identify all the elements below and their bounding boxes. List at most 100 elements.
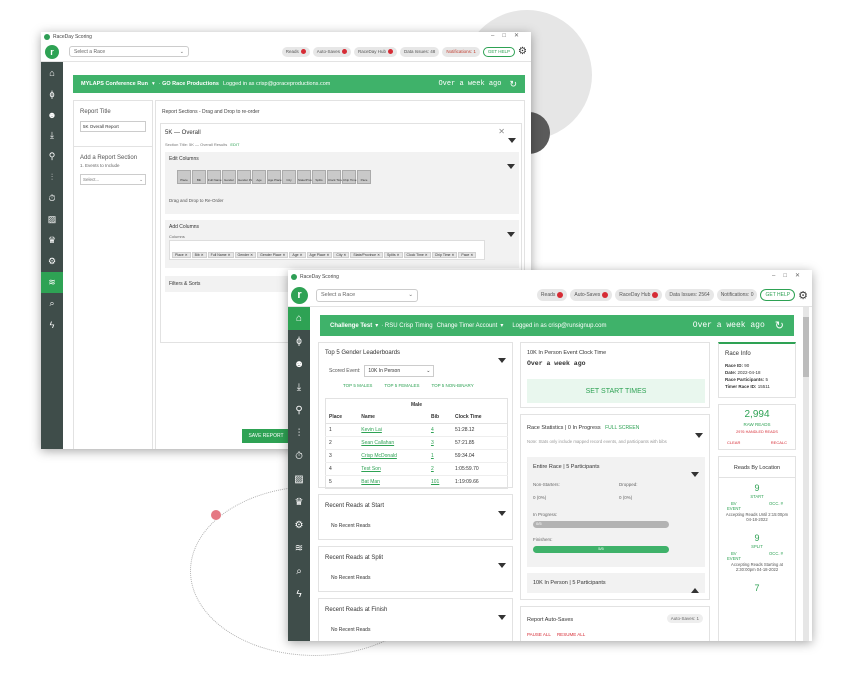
caret-down-icon[interactable] [498, 503, 506, 521]
chart-icon[interactable]: ▨ [288, 468, 310, 491]
home-icon[interactable]: ⌂ [288, 307, 310, 330]
help-button[interactable]: GET HELP [760, 289, 796, 301]
scrollbar[interactable] [803, 307, 809, 641]
column-tile[interactable]: State/Province [297, 170, 318, 184]
autosaves-pill[interactable]: Auto-Saves [312, 46, 352, 57]
search-icon[interactable]: ⌕ [41, 293, 63, 314]
lightning-icon[interactable]: ϟ [41, 314, 63, 335]
column-chip[interactable]: Place ✕ [172, 252, 191, 258]
window-controls[interactable]: –□✕ [491, 32, 527, 39]
scored-event-select[interactable]: 10K In Person ⌄ [364, 365, 435, 377]
remove-icon[interactable]: ✕ [200, 253, 204, 257]
runner-name-link[interactable]: Sean Callahan [358, 437, 428, 450]
chart-icon[interactable]: ▨ [41, 209, 63, 230]
event-name[interactable]: MYLAPS Conference Run [81, 81, 148, 87]
gear-icon[interactable]: ⚙ [518, 46, 527, 57]
participants-icon[interactable]: ☻ [41, 104, 63, 125]
hub-pill[interactable]: RaceDay Hub [354, 46, 398, 57]
bib-link[interactable]: 4 [428, 424, 452, 437]
column-chip[interactable]: Gender ✕ [234, 252, 257, 258]
save-report-button[interactable]: SAVE REPORT [242, 429, 290, 443]
column-tile[interactable]: Gender [222, 170, 236, 184]
help-button[interactable]: GET HELP [482, 46, 516, 57]
caret-down-icon[interactable] [508, 130, 516, 148]
lightning-icon[interactable]: ϟ [288, 583, 310, 606]
column-tile[interactable]: Place [177, 170, 191, 184]
settings-icon[interactable]: ⚙ [288, 514, 310, 537]
data-issues-pill[interactable]: Data Issues: 2564 [665, 289, 714, 301]
column-chip[interactable]: Age Place ✕ [306, 252, 333, 258]
caret-down-icon[interactable] [691, 464, 699, 482]
column-chip[interactable]: Full Name ✕ [207, 252, 234, 258]
reads-pill[interactable]: Reads [281, 46, 310, 57]
remove-icon[interactable]: ✕ [342, 253, 346, 257]
event-label[interactable]: EVENT [719, 556, 795, 561]
chip-icon[interactable]: ϕ [41, 83, 63, 104]
remove-icon[interactable]: ✕ [249, 253, 253, 257]
remove-icon[interactable]: ✕ [326, 253, 329, 257]
column-tile[interactable]: Full Name [207, 170, 222, 184]
column-tile[interactable]: Pace [357, 170, 371, 184]
remove-icon[interactable]: ✕ [227, 253, 231, 257]
column-chip[interactable]: Gender Place ✕ [257, 252, 289, 258]
pause-all-link[interactable]: PAUSE ALL [527, 632, 551, 637]
bib-link[interactable]: 1 [428, 450, 452, 463]
stopwatch-icon[interactable]: ⏱ [288, 445, 310, 468]
top5-females-link[interactable]: TOP 5 FEMALES [384, 383, 419, 388]
occ-label[interactable]: OCC. # [769, 551, 783, 556]
layers-icon[interactable]: ≋ [288, 537, 310, 560]
remove-icon[interactable]: ✕ [469, 253, 473, 257]
event-row[interactable]: 10K In Person | 5 Participants [527, 573, 705, 593]
column-chip[interactable]: Clock Time ✕ [403, 252, 431, 258]
runner-name-link[interactable]: Test Son [358, 463, 428, 476]
download-icon[interactable]: ⤓ [288, 376, 310, 399]
top5-males-link[interactable]: TOP 5 MALES [343, 383, 372, 388]
refresh-icon[interactable]: ↻ [775, 319, 784, 332]
resume-all-link[interactable]: RESUME ALL [557, 632, 585, 637]
reads-pill[interactable]: Reads [536, 289, 568, 301]
bib-link[interactable]: 2 [428, 463, 452, 476]
column-chip[interactable]: Splits ✕ [384, 252, 403, 258]
column-tile[interactable]: Chip Time [342, 170, 357, 184]
notifications-pill[interactable]: Notifications: 0 [716, 289, 758, 301]
column-chip[interactable]: Pace ✕ [458, 252, 477, 258]
columns-multiselect[interactable]: Place ✕ Bib ✕ Full Name ✕ Gender ✕ Gender Pl… [169, 240, 485, 260]
column-tile[interactable]: Age Place [267, 170, 282, 184]
location-icon[interactable]: ⚲ [41, 146, 63, 167]
autosaves-pill[interactable]: Auto-Saves [570, 289, 613, 301]
home-icon[interactable]: ⌂ [41, 62, 63, 83]
change-timer-account[interactable]: Change Timer Account [437, 323, 498, 329]
remove-icon[interactable]: ✕ [450, 253, 454, 257]
search-icon[interactable]: ⌕ [288, 560, 310, 583]
chip-icon[interactable]: ϕ [288, 330, 310, 353]
window-controls[interactable]: –□✕ [772, 272, 808, 279]
gear-icon[interactable]: ⚙ [798, 289, 808, 302]
close-icon[interactable]: ✕ [498, 127, 505, 136]
race-select[interactable]: Select a Race ⌄ [316, 288, 418, 302]
data-issues-pill[interactable]: Data Issues: 48 [400, 46, 440, 57]
scrollbar-thumb[interactable] [803, 317, 809, 377]
caret-down-icon[interactable] [498, 607, 506, 625]
column-tile[interactable]: Bib [192, 170, 206, 184]
hierarchy-icon[interactable]: ⫶ [41, 167, 63, 188]
events-select[interactable]: Select... ⌄ [80, 174, 146, 185]
race-select[interactable]: Select a Race ⌄ [69, 46, 189, 57]
column-chip[interactable]: City ✕ [333, 252, 350, 258]
download-icon[interactable]: ⤓ [41, 125, 63, 146]
caret-up-icon[interactable] [691, 580, 699, 598]
column-tile[interactable]: City [282, 170, 296, 184]
stopwatch-icon[interactable]: ⏱ [41, 188, 63, 209]
runner-name-link[interactable]: Kevin Lai [358, 424, 428, 437]
caret-down-icon[interactable] [498, 555, 506, 573]
remove-icon[interactable]: ✕ [424, 253, 428, 257]
bib-link[interactable]: 3 [428, 437, 452, 450]
runner-name-link[interactable]: Crisp McDonald [358, 450, 428, 463]
report-title-input[interactable]: 5K Overall Report [80, 121, 146, 132]
edit-link[interactable]: EDIT [230, 142, 239, 147]
participants-icon[interactable]: ☻ [288, 353, 310, 376]
trophy-icon[interactable]: ♛ [288, 491, 310, 514]
bib-link[interactable]: 101 [428, 476, 452, 489]
caret-down-icon[interactable] [498, 350, 506, 368]
hub-pill[interactable]: RaceDay Hub [615, 289, 663, 301]
refresh-icon[interactable]: ↻ [509, 79, 517, 90]
